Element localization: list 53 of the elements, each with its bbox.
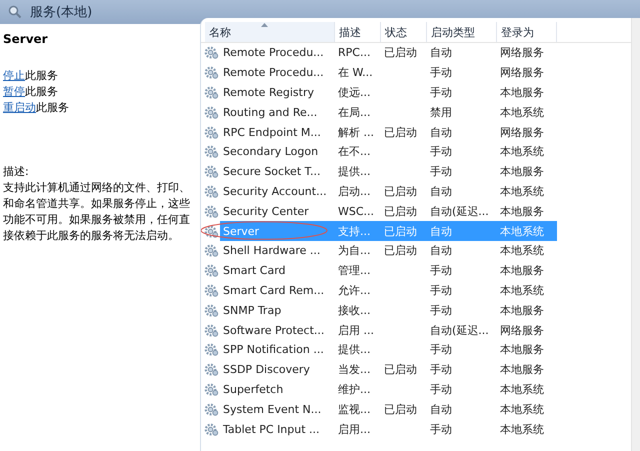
action-link[interactable]: 停止	[3, 69, 25, 82]
gear-icon	[204, 342, 219, 358]
service-row[interactable]: Routing and Re... 在局... 禁用 本地系统	[220, 102, 557, 122]
gear-icon	[204, 84, 219, 100]
gear-icon	[204, 124, 219, 140]
window-title: 服务(本地)	[30, 4, 92, 21]
gear-icon	[204, 382, 219, 397]
service-row[interactable]: Security Account... 启动... 已启动 自动 本地系统	[220, 182, 557, 202]
service-row[interactable]: Remote Procedu... 在 W... 手动 网络服务	[220, 62, 557, 83]
description-label: 描述:	[3, 164, 30, 180]
service-row[interactable]: Smart Card Rem... 允许... 手动 本地系统	[220, 280, 557, 300]
gear-icon	[204, 422, 219, 437]
scrollbar[interactable]	[631, 18, 640, 451]
gear-icon	[204, 302, 219, 318]
service-row[interactable]: Tablet PC Input ... 启用... 手动 本地系统	[220, 419, 557, 439]
action-link[interactable]: 重启动	[3, 101, 36, 114]
service-row[interactable]: Remote Registry 使远... 手动 本地服务	[220, 82, 557, 102]
column-header[interactable]: 名称	[205, 22, 335, 42]
sort-arrow-icon	[261, 23, 268, 27]
service-row[interactable]: Secure Socket T... 提供... 手动 本地服务	[220, 162, 557, 182]
service-row[interactable]: Superfetch 维护... 手动 本地系统	[220, 380, 557, 400]
service-row[interactable]: SSDP Discovery 当发... 已启动 手动 本地服务	[220, 360, 557, 380]
action-text: 此服务	[25, 69, 58, 82]
gear-icon	[204, 402, 219, 417]
gear-icon	[204, 184, 219, 199]
service-row[interactable]: Smart Card 管理... 手动 本地服务	[220, 260, 557, 281]
service-row[interactable]: Software Protect... 启用 ... 自动(延迟... 网络服务	[220, 320, 557, 340]
gear-icon	[204, 322, 219, 338]
gear-icon	[204, 65, 219, 80]
service-row[interactable]: System Event N... 监视... 已启动 自动 本地系统	[220, 399, 557, 420]
service-row[interactable]: SNMP Trap 接收... 手动 本地服务	[220, 300, 557, 320]
service-row[interactable]: Remote Procedu... RPC... 已启动 自动 网络服务	[220, 43, 557, 63]
service-description: 支持此计算机通过网络的文件、打印、和命名管道共享。如果服务停止，这些功能不可用。如果服务被禁用，任何直接依赖于此服务的服务将无法启动。	[3, 180, 191, 244]
service-row[interactable]: RPC Endpoint M... 解析 ... 已启动 自动 网络服务	[220, 122, 557, 142]
action-text: 此服务	[36, 101, 69, 114]
gear-icon	[204, 224, 219, 239]
service-row[interactable]: Shell Hardware ... 为自... 已启动 自动 本地系统	[220, 240, 557, 261]
gear-icon	[204, 144, 219, 160]
search-icon	[8, 5, 22, 19]
service-row[interactable]: Security Center WSC... 已启动 自动(延迟... 本地服务	[220, 201, 557, 222]
gear-icon	[204, 282, 219, 298]
gear-icon	[204, 164, 219, 180]
gear-icon	[204, 45, 219, 60]
gear-icon	[204, 204, 219, 219]
service-row[interactable]: Secondary Logon 在不... 手动 本地系统	[220, 142, 557, 162]
service-row[interactable]: SPP Notification ... 提供... 手动 本地服务	[220, 340, 557, 360]
service-name: Server	[3, 32, 49, 46]
gear-icon	[204, 362, 219, 378]
gear-icon	[204, 104, 219, 120]
action-text: 此服务	[25, 85, 58, 98]
gear-icon	[204, 243, 219, 258]
gear-icon	[204, 263, 219, 278]
action-link[interactable]: 暂停	[3, 85, 25, 98]
